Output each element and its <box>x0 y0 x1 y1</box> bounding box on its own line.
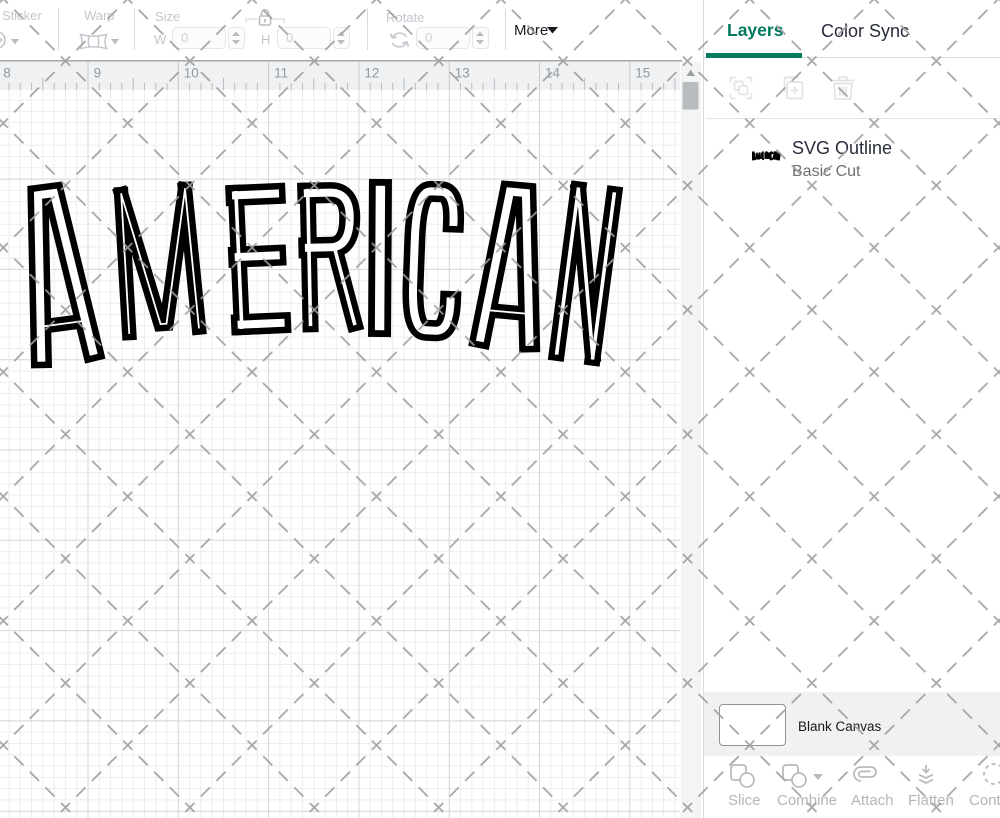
svg-text:15: 15 <box>635 66 650 81</box>
svg-text:12: 12 <box>364 66 379 81</box>
svg-text:13: 13 <box>455 66 470 81</box>
svg-text:11: 11 <box>274 66 288 81</box>
svg-text:14: 14 <box>545 66 561 81</box>
svg-text:8: 8 <box>3 66 11 81</box>
svg-text:9: 9 <box>94 66 102 81</box>
svg-text:10: 10 <box>184 66 199 81</box>
